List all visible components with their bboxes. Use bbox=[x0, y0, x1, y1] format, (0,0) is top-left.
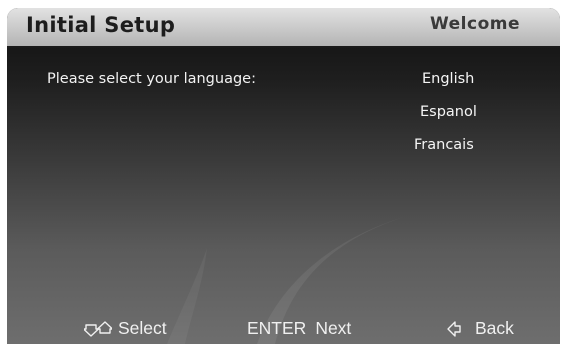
select-label: Select bbox=[118, 318, 167, 338]
down-up-arrows-icon bbox=[84, 320, 112, 337]
section-label: Welcome bbox=[429, 14, 520, 34]
back-label: Back bbox=[475, 318, 514, 338]
select-hint: Select bbox=[84, 318, 167, 339]
language-option-espanol[interactable]: Espanol bbox=[420, 104, 477, 120]
header-bar: Initial Setup Welcome bbox=[7, 8, 560, 48]
next-label: Next bbox=[315, 318, 352, 338]
left-arrow-icon bbox=[447, 320, 461, 337]
language-prompt: Please select your language: bbox=[47, 71, 256, 87]
language-option-francais[interactable]: Francais bbox=[414, 137, 474, 153]
enter-key-label: ENTER bbox=[247, 318, 307, 338]
footer-hints: Select ENTER Next Back bbox=[7, 316, 560, 344]
language-option-english[interactable]: English bbox=[422, 71, 474, 87]
setup-screen: Initial Setup Welcome Please select your… bbox=[7, 8, 560, 344]
back-hint: Back bbox=[447, 318, 514, 339]
page-title: Initial Setup bbox=[26, 13, 176, 37]
background-swoosh-decoration bbox=[167, 216, 407, 344]
next-hint: ENTER Next bbox=[247, 318, 351, 339]
